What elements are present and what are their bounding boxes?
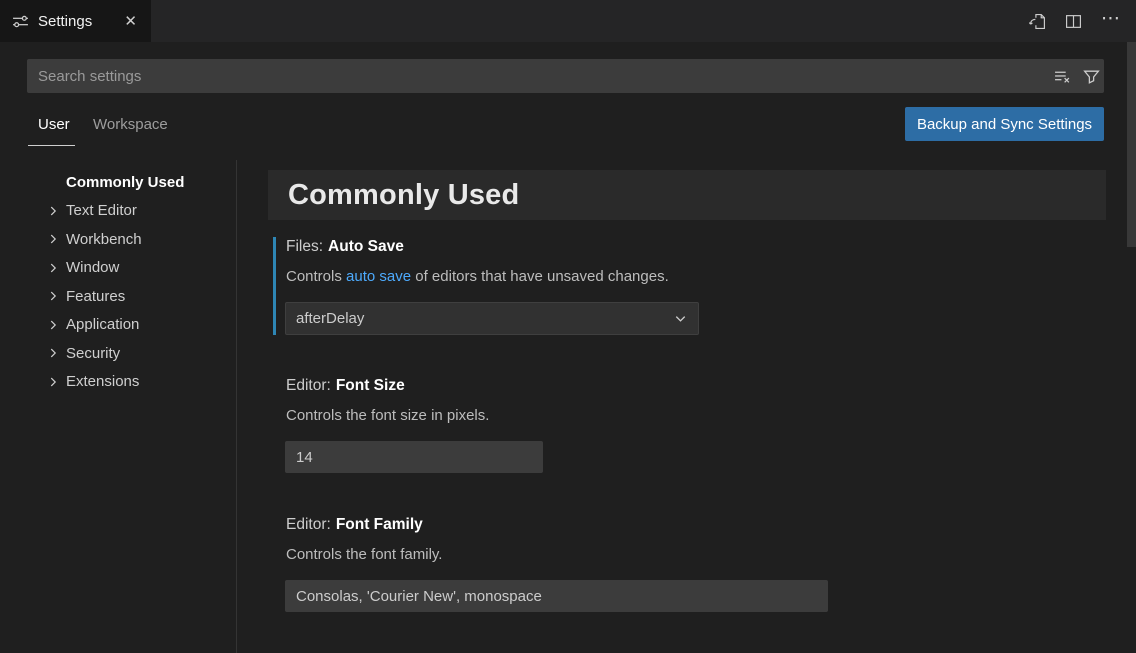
- select-value: afterDelay: [296, 310, 364, 327]
- tab-workspace[interactable]: Workspace: [93, 116, 168, 133]
- editor-actions: ⋯: [1029, 0, 1122, 42]
- section-header: Commonly Used: [268, 170, 1106, 220]
- filter-icon[interactable]: [1083, 68, 1100, 85]
- spacer: [46, 175, 66, 189]
- description-text: of editors that have unsaved changes.: [411, 268, 669, 285]
- setting-label-font-family: Editor: Font Family: [286, 516, 423, 534]
- chevron-down-icon: [673, 311, 688, 326]
- sidebar-item-label: Security: [66, 345, 120, 362]
- page-title: Commonly Used: [288, 179, 519, 212]
- font-size-input[interactable]: [285, 441, 543, 473]
- font-family-input[interactable]: [285, 580, 828, 612]
- setting-description-auto-save: Controls auto save of editors that have …: [286, 268, 669, 285]
- settings-editor-window: Settings ✕ ⋯: [0, 0, 1136, 653]
- setting-label-auto-save: Files: Auto Save: [286, 238, 404, 256]
- sidebar-item-security[interactable]: Security: [0, 339, 236, 368]
- close-tab-icon[interactable]: ✕: [122, 12, 139, 31]
- sidebar-item-features[interactable]: Features: [0, 282, 236, 311]
- description-text: Controls: [286, 268, 346, 285]
- sidebar-item-label: Workbench: [66, 231, 142, 248]
- setting-name: Font Size: [336, 377, 405, 394]
- open-settings-json-icon[interactable]: [1029, 13, 1046, 30]
- search-toolbar: [1054, 59, 1100, 93]
- split-editor-icon[interactable]: [1065, 13, 1082, 30]
- sidebar-item-workbench[interactable]: Workbench: [0, 225, 236, 254]
- sidebar-item-label: Features: [66, 288, 125, 305]
- sidebar-item-text-editor[interactable]: Text Editor: [0, 197, 236, 226]
- tab-settings[interactable]: Settings ✕: [0, 0, 151, 42]
- description-text: Controls the font size in pixels.: [286, 407, 489, 424]
- chevron-right-icon: [46, 346, 66, 360]
- sidebar-item-commonly-used[interactable]: Commonly Used: [0, 168, 236, 197]
- chevron-right-icon: [46, 261, 66, 275]
- setting-category: Editor:: [286, 516, 331, 533]
- setting-category: Files:: [286, 238, 323, 255]
- sidebar-item-label: Window: [66, 259, 119, 276]
- tab-user[interactable]: User: [38, 116, 70, 133]
- active-scope-underline: [28, 145, 75, 146]
- more-actions-icon[interactable]: ⋯: [1101, 9, 1122, 34]
- sidebar-item-label: Extensions: [66, 373, 139, 390]
- chevron-right-icon: [46, 204, 66, 218]
- chevron-right-icon: [46, 318, 66, 332]
- editor-tab-bar: Settings ✕ ⋯: [0, 0, 1136, 42]
- setting-description-font-size: Controls the font size in pixels.: [286, 407, 489, 424]
- sidebar-item-label: Text Editor: [66, 202, 137, 219]
- sidebar-item-label: Application: [66, 316, 139, 333]
- sidebar-item-window[interactable]: Window: [0, 254, 236, 283]
- settings-tree: Commonly Used Text Editor Workbench Wind…: [0, 168, 236, 396]
- settings-sliders-icon: [12, 13, 29, 30]
- chevron-right-icon: [46, 232, 66, 246]
- setting-label-font-size: Editor: Font Size: [286, 377, 405, 395]
- setting-name: Auto Save: [328, 238, 404, 255]
- setting-description-font-family: Controls the font family.: [286, 546, 442, 563]
- sidebar-item-application[interactable]: Application: [0, 311, 236, 340]
- auto-save-link[interactable]: auto save: [346, 268, 411, 285]
- auto-save-select[interactable]: afterDelay: [285, 302, 699, 335]
- sidebar-divider: [236, 160, 237, 653]
- clear-search-icon[interactable]: [1054, 68, 1071, 85]
- scrollbar-thumb[interactable]: [1127, 42, 1136, 247]
- description-text: Controls the font family.: [286, 546, 442, 563]
- modified-indicator: [273, 237, 276, 335]
- sidebar-item-extensions[interactable]: Extensions: [0, 368, 236, 397]
- backup-and-sync-button[interactable]: Backup and Sync Settings: [905, 107, 1104, 141]
- chevron-right-icon: [46, 375, 66, 389]
- chevron-right-icon: [46, 289, 66, 303]
- setting-name: Font Family: [336, 516, 423, 533]
- tab-title: Settings: [38, 13, 92, 30]
- sidebar-item-label: Commonly Used: [66, 174, 184, 191]
- setting-category: Editor:: [286, 377, 331, 394]
- search-input[interactable]: [27, 59, 1104, 93]
